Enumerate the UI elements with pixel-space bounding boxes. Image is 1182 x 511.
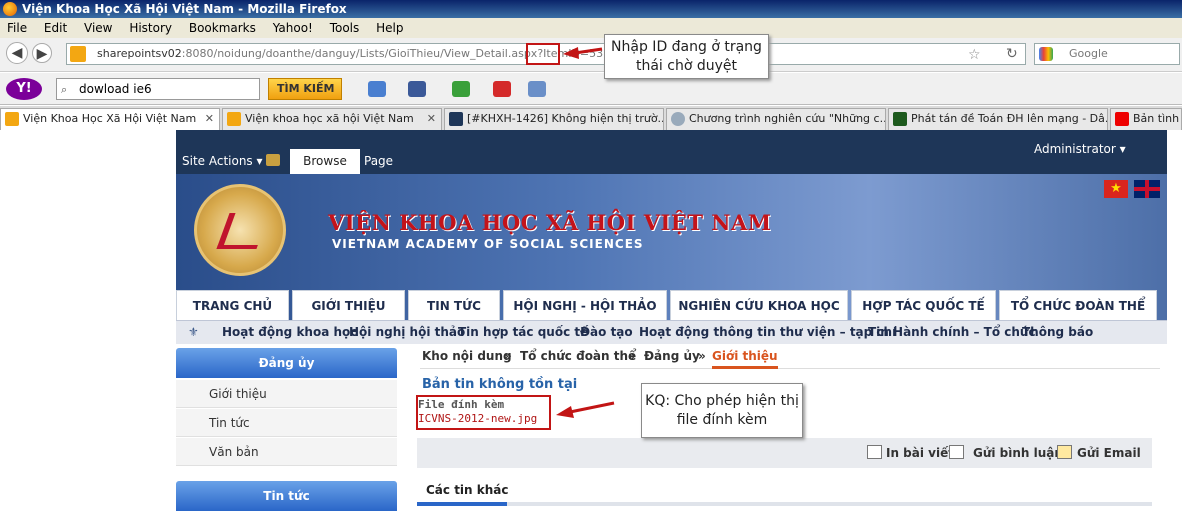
- arrow-to-itemid: [563, 47, 603, 59]
- arrow-to-attachment: [556, 401, 615, 418]
- annotation-arrows: [556, 47, 615, 418]
